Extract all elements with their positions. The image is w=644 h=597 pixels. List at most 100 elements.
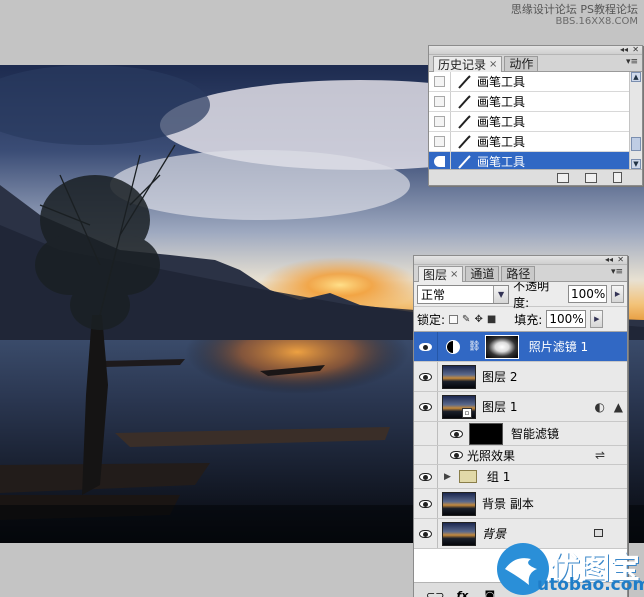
scroll-down-icon[interactable]: ▼ [631, 159, 641, 169]
history-source-checkbox[interactable] [434, 76, 445, 87]
tab-actions[interactable]: 动作 [504, 56, 539, 71]
history-item[interactable]: 画笔工具 [429, 112, 642, 132]
scroll-up-icon[interactable]: ▲ [631, 72, 641, 82]
history-source-checkbox[interactable] [434, 96, 445, 107]
lock-label: 锁定: [417, 312, 446, 327]
visibility-toggle[interactable] [414, 422, 438, 445]
layer-row[interactable]: 图层 2 [414, 362, 627, 392]
filter-mask-thumbnail[interactable] [469, 422, 503, 445]
folder-icon [458, 470, 477, 483]
brush-icon [451, 154, 477, 169]
history-footer [429, 169, 642, 185]
new-document-from-state-icon[interactable] [557, 172, 569, 183]
lock-image-icon[interactable]: ✎ [462, 314, 470, 325]
smart-filter-indicator-icon[interactable]: ◐ [595, 400, 605, 414]
eye-icon [419, 499, 432, 508]
eye-icon [419, 342, 432, 351]
collapse-icon[interactable]: ◂◂ [620, 45, 628, 54]
history-source-checkbox[interactable] [434, 116, 445, 127]
fill-label: 填充: [514, 312, 543, 327]
history-item[interactable]: 画笔工具 [429, 132, 642, 152]
panel-menu-icon[interactable]: ▾≡ [626, 57, 638, 67]
layers-panel-titlebar[interactable]: ◂◂ ✕ [414, 255, 627, 265]
smart-filter-row[interactable]: 智能滤镜 [414, 422, 627, 446]
tab-label: 图层 [423, 267, 448, 282]
expand-arrow-icon[interactable]: ▶ [444, 472, 451, 482]
history-item-label: 画笔工具 [477, 115, 526, 129]
lock-transparent-icon[interactable] [449, 314, 459, 324]
visibility-toggle[interactable] [414, 362, 438, 391]
visibility-toggle[interactable] [414, 446, 438, 464]
history-item[interactable]: 画笔工具 [429, 72, 642, 92]
filter-blend-options-icon[interactable]: ⇌ [595, 448, 605, 462]
smart-filter-name: 智能滤镜 [511, 427, 560, 441]
close-icon[interactable]: ✕ [632, 45, 639, 54]
link-icon[interactable]: ⊂⊃ [426, 589, 444, 597]
layer-group-row[interactable]: ▶ 组 1 [414, 465, 627, 489]
panel-menu-icon[interactable]: ▾≡ [611, 267, 623, 277]
scroll-thumb[interactable] [631, 137, 641, 151]
history-panel-titlebar[interactable]: ◂◂ ✕ [429, 45, 642, 55]
watermark-url: BBS.16XX8.COM [555, 16, 638, 27]
tab-channels[interactable]: 通道 [465, 266, 500, 281]
new-snapshot-icon[interactable] [585, 172, 597, 183]
blend-mode-value: 正常 [421, 287, 446, 302]
layer-row[interactable]: ⛓ 照片滤镜 1 [414, 332, 627, 362]
tab-label: 路径 [506, 267, 531, 281]
fill-slider-arrow-icon[interactable]: ▶ [590, 310, 604, 328]
layer-thumbnail [442, 521, 476, 546]
chain-link-icon[interactable]: ⛓ [468, 341, 481, 352]
layer-name: 图层 1 [482, 400, 518, 414]
layer-row[interactable]: ▫ 图层 1 ◐ ▲ [414, 392, 627, 422]
history-item-label: 画笔工具 [477, 135, 526, 149]
smart-object-icon: ▫ [462, 408, 472, 418]
chevron-down-icon[interactable]: ▼ [493, 285, 509, 303]
lock-icon [594, 529, 603, 537]
visibility-toggle[interactable] [414, 392, 438, 421]
visibility-toggle[interactable] [414, 519, 438, 548]
tab-paths[interactable]: 路径 [501, 266, 536, 281]
layer-row[interactable]: 背景 副本 [414, 489, 627, 519]
close-icon[interactable]: × [489, 58, 497, 72]
visibility-toggle[interactable] [414, 465, 438, 488]
fill-input[interactable]: 100% [546, 310, 587, 328]
eye-icon [419, 372, 432, 381]
filter-effect-row[interactable]: 光照效果 ⇌ [414, 446, 627, 465]
tab-label: 通道 [470, 267, 495, 281]
adjustment-layer-icon [446, 339, 460, 354]
tab-label: 动作 [509, 57, 534, 71]
brush-icon [451, 134, 477, 149]
trash-icon[interactable] [613, 172, 622, 183]
tab-layers[interactable]: 图层 × [418, 266, 464, 282]
brush-icon [451, 74, 477, 89]
collapse-icon[interactable]: ◂◂ [605, 255, 613, 264]
watermark-top: 思缘设计论坛 PS教程论坛 BBS.16XX8.COM [511, 4, 638, 28]
history-source-checkbox[interactable] [434, 136, 445, 147]
close-icon[interactable]: × [450, 268, 458, 282]
lock-position-icon[interactable]: ✥ [474, 314, 482, 325]
layer-thumbnail [442, 364, 476, 389]
layer-name: 组 1 [486, 470, 511, 484]
opacity-input[interactable]: 100% [568, 285, 608, 303]
layers-tabs: 图层 × 通道 路径 ▾≡ [414, 265, 627, 282]
history-item[interactable]: 画笔工具 [429, 92, 642, 112]
eye-icon [419, 402, 432, 411]
history-scrollbar[interactable]: ▲ ▼ [629, 72, 642, 169]
watermark-site-name: 思缘设计论坛 [510, 3, 577, 16]
history-state-marker[interactable] [434, 156, 445, 167]
expand-triangle-icon[interactable]: ▲ [614, 400, 623, 414]
lock-all-icon[interactable]: ■ [487, 314, 496, 325]
fx-icon[interactable]: fx. [456, 589, 472, 597]
visibility-toggle[interactable] [414, 332, 438, 361]
visibility-toggle[interactable] [414, 489, 438, 518]
close-icon[interactable]: ✕ [617, 255, 624, 264]
brush-icon [451, 114, 477, 129]
eye-icon[interactable] [450, 429, 463, 438]
tab-history[interactable]: 历史记录 × [433, 56, 503, 72]
layer-name: 图层 2 [482, 370, 518, 384]
blend-mode-select[interactable]: 正常 ▼ [417, 284, 510, 304]
opacity-slider-arrow-icon[interactable]: ▶ [611, 285, 624, 303]
layer-mask-thumbnail[interactable] [484, 334, 519, 359]
history-item-current[interactable]: 画笔工具 [429, 152, 642, 169]
eye-icon[interactable] [450, 451, 463, 459]
